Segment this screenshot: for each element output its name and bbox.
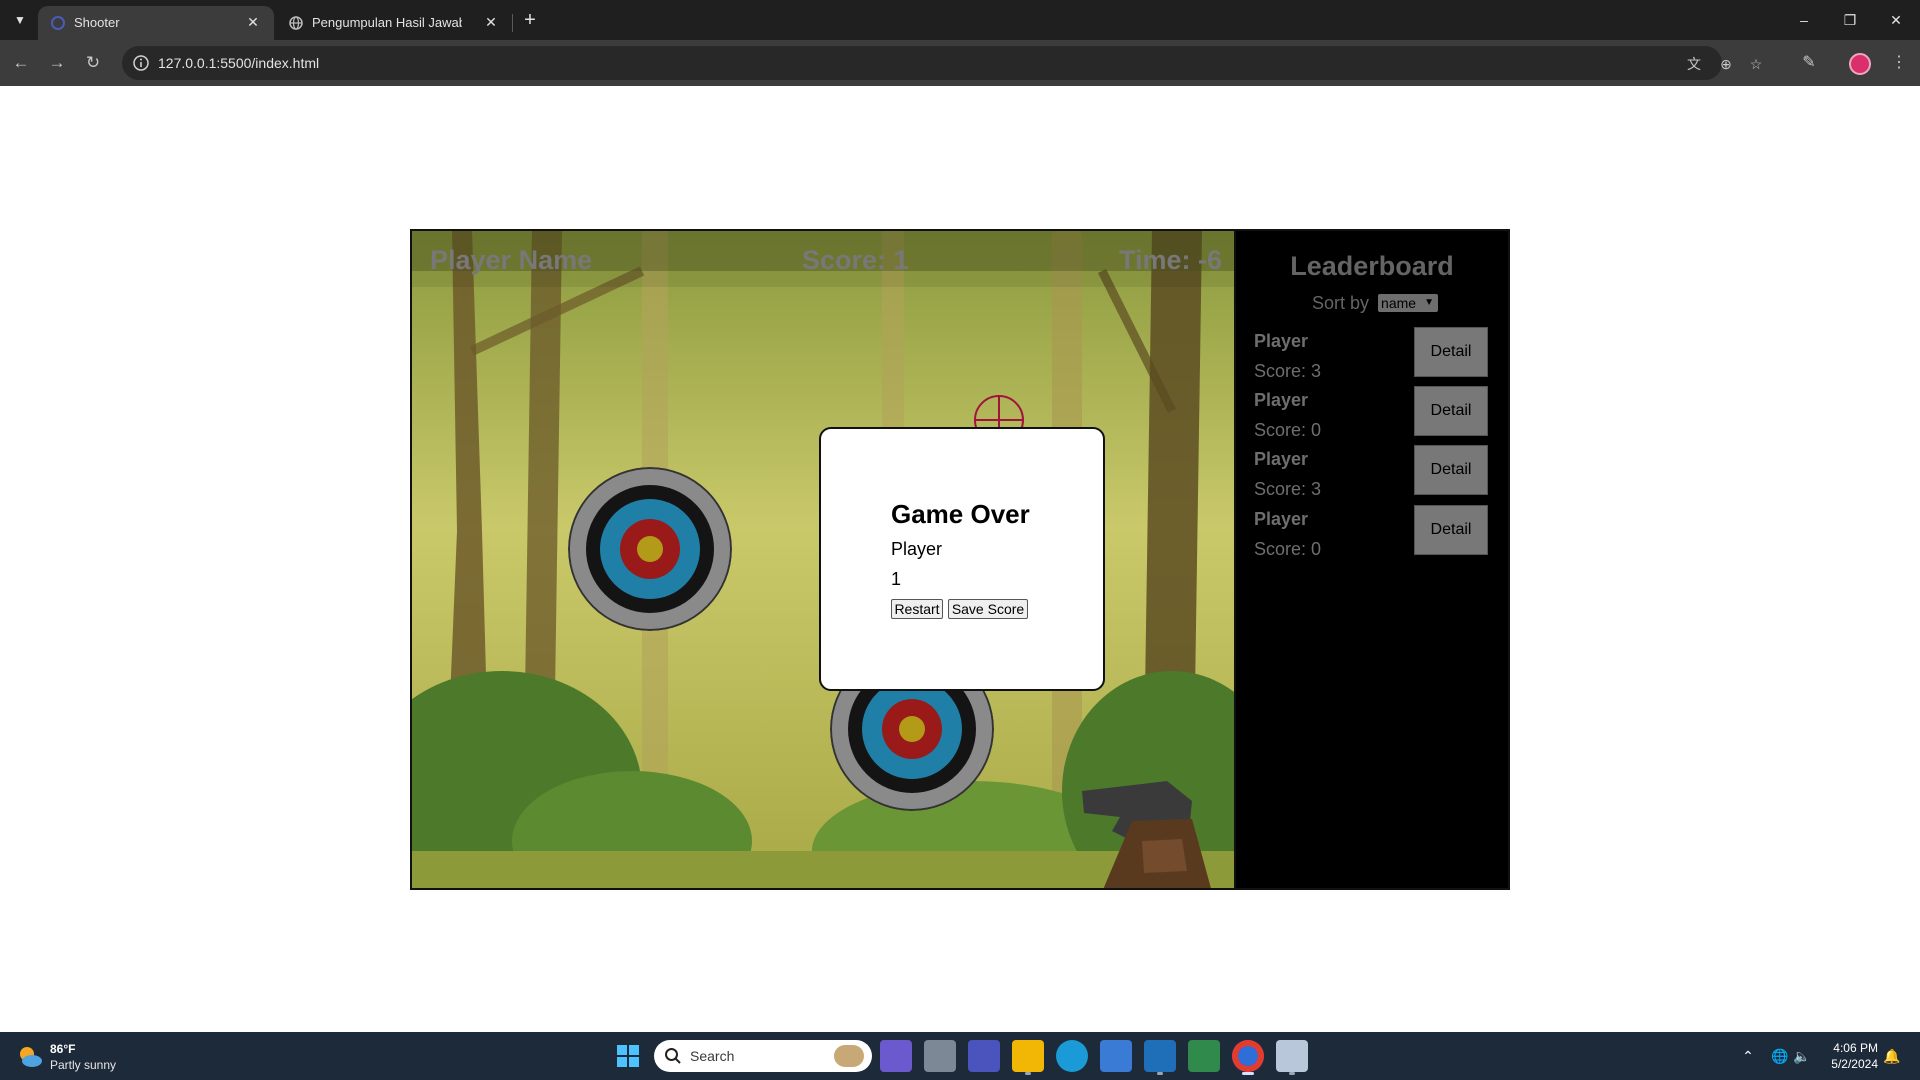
final-player-name: Player: [891, 539, 943, 559]
edge-browser-icon[interactable]: [1056, 1040, 1088, 1072]
game-over-title: Game Over: [891, 499, 1030, 529]
time-label: Time: -6: [1118, 245, 1222, 275]
weather-description: Partly sunny: [50, 1058, 117, 1072]
leaderboard-entry: Player Score: 3 Detail: [1254, 327, 1490, 385]
detail-button[interactable]: Detail: [1414, 445, 1488, 495]
vscode-app-icon[interactable]: [1144, 1040, 1176, 1075]
notification-bell-icon[interactable]: 🔔: [1882, 1046, 1902, 1066]
leaderboard-entry: Player Score: 0 Detail: [1254, 505, 1490, 563]
clock-time: 4:06 PM: [1833, 1041, 1878, 1055]
final-score: 1: [891, 569, 902, 589]
player-name-label: Player Name: [430, 245, 593, 275]
microsoft-store-icon[interactable]: [1100, 1040, 1132, 1072]
back-arrow-icon[interactable]: ←: [8, 50, 34, 76]
globe-icon: [289, 16, 303, 30]
sort-row: Sort by name ▼: [1312, 293, 1439, 314]
tab-title: Pengumpulan Hasil Jawaban LK: [312, 15, 462, 30]
browser-tab-bar: ▼ Shooter ✕ Pengumpulan Hasil Jawaban LK…: [0, 0, 1920, 40]
entry-player-name: Player: [1254, 449, 1309, 469]
url-text: 127.0.0.1:5500/index.html: [158, 55, 320, 71]
copilot-app-icon[interactable]: [880, 1040, 912, 1072]
game-hud: Player Name Score: 1 Time: -6: [412, 231, 1234, 287]
game-canvas[interactable]: Player Name Score: 1 Time: -6 Game Over …: [410, 229, 1236, 890]
entry-score: Score: 0: [1254, 420, 1322, 440]
windows-taskbar: 86°F Partly sunny Search ⌃ 🌐 🔈 4:06 PM 5…: [0, 1032, 1920, 1080]
address-bar[interactable]: 127.0.0.1:5500/index.html 文 ⊕ ☆: [122, 46, 1762, 80]
forward-arrow-icon[interactable]: →: [44, 50, 70, 76]
entry-score: Score: 0: [1254, 539, 1322, 559]
translate-icon[interactable]: 文: [1684, 54, 1704, 74]
file-explorer-icon[interactable]: [1012, 1040, 1044, 1075]
page-favicon-icon: [51, 16, 65, 30]
restore-icon[interactable]: ❐: [1838, 8, 1862, 32]
tab-divider: [512, 14, 513, 32]
game-over-dialog: Game Over Player 1 Restart Save Score: [819, 427, 1105, 691]
search-placeholder: Search: [690, 1048, 735, 1064]
windows-start-icon[interactable]: [616, 1044, 640, 1068]
entry-score: Score: 3: [1254, 479, 1322, 499]
taskbar-search-box[interactable]: Search: [654, 1040, 872, 1072]
zoom-icon[interactable]: ⊕: [1716, 54, 1736, 74]
save-score-button[interactable]: Save Score: [948, 599, 1028, 619]
tab-shooter[interactable]: Shooter ✕: [38, 6, 274, 40]
profile-avatar[interactable]: [1849, 53, 1871, 75]
extensions-puzzle-icon[interactable]: ✎: [1796, 50, 1822, 76]
network-tool-icon[interactable]: [1188, 1040, 1220, 1072]
speaker-icon[interactable]: 🔈: [1792, 1046, 1812, 1066]
entry-player-name: Player: [1254, 331, 1309, 351]
search-highlight-icon: [834, 1045, 864, 1067]
running-indicator: [1025, 1072, 1031, 1075]
show-hidden-icons-chevron-icon[interactable]: ⌃: [1738, 1046, 1758, 1066]
chevron-down-icon: ▼: [1424, 297, 1435, 308]
close-tab-icon[interactable]: ✕: [244, 13, 262, 31]
minimize-icon[interactable]: –: [1792, 8, 1816, 32]
network-globe-icon[interactable]: 🌐: [1770, 1046, 1790, 1066]
leaderboard-entry: Player Score: 3 Detail: [1254, 445, 1490, 503]
clock-date: 5/2/2024: [1831, 1057, 1878, 1071]
target[interactable]: [568, 467, 732, 631]
running-indicator: [1289, 1072, 1295, 1075]
detail-button[interactable]: Detail: [1414, 505, 1488, 555]
leaderboard-entry: Player Score: 0 Detail: [1254, 386, 1490, 444]
weather-partly-sunny-icon[interactable]: [16, 1043, 44, 1071]
site-info-icon[interactable]: [132, 54, 150, 72]
close-tab-icon[interactable]: ✕: [482, 13, 500, 31]
close-window-icon[interactable]: ✕: [1884, 8, 1908, 32]
active-indicator: [1242, 1072, 1254, 1075]
chrome-app-icon[interactable]: [1232, 1040, 1264, 1075]
task-view-icon[interactable]: [924, 1040, 956, 1072]
tab-pengumpulan[interactable]: Pengumpulan Hasil Jawaban LK ✕: [276, 6, 512, 40]
tab-title: Shooter: [74, 15, 120, 30]
search-icon: [665, 1048, 681, 1064]
sort-select[interactable]: name ▼: [1378, 294, 1439, 312]
entry-player-name: Player: [1254, 390, 1309, 410]
sort-select-value: name: [1381, 295, 1417, 311]
detail-button[interactable]: Detail: [1414, 327, 1488, 377]
browser-toolbar: ← → ↻ 127.0.0.1:5500/index.html 文 ⊕ ☆ ✎ …: [0, 40, 1920, 86]
weather-temperature: 86°F: [50, 1042, 76, 1056]
more-menu-icon[interactable]: ⋮: [1886, 50, 1912, 76]
entry-player-name: Player: [1254, 509, 1309, 529]
teams-app-icon[interactable]: [968, 1040, 1000, 1072]
tab-search-icon[interactable]: ▼: [8, 8, 32, 32]
detail-button[interactable]: Detail: [1414, 386, 1488, 436]
reload-icon[interactable]: ↻: [80, 50, 106, 76]
pistol-icon: [1082, 781, 1211, 888]
leaderboard-panel: Leaderboard Sort by name ▼ Player Score:…: [1236, 229, 1510, 890]
system-clock[interactable]: 4:06 PM 5/2/2024: [1831, 1040, 1878, 1072]
score-label: Score: 1: [802, 245, 909, 275]
sort-label: Sort by: [1312, 293, 1370, 313]
running-indicator: [1157, 1072, 1163, 1075]
leaderboard-title: Leaderboard: [1290, 251, 1454, 281]
notepad-app-icon[interactable]: [1276, 1040, 1308, 1075]
new-tab-plus-icon[interactable]: +: [518, 9, 542, 33]
bookmark-star-icon[interactable]: ☆: [1746, 54, 1766, 74]
restart-button[interactable]: Restart: [891, 599, 943, 619]
entry-score: Score: 3: [1254, 361, 1322, 381]
